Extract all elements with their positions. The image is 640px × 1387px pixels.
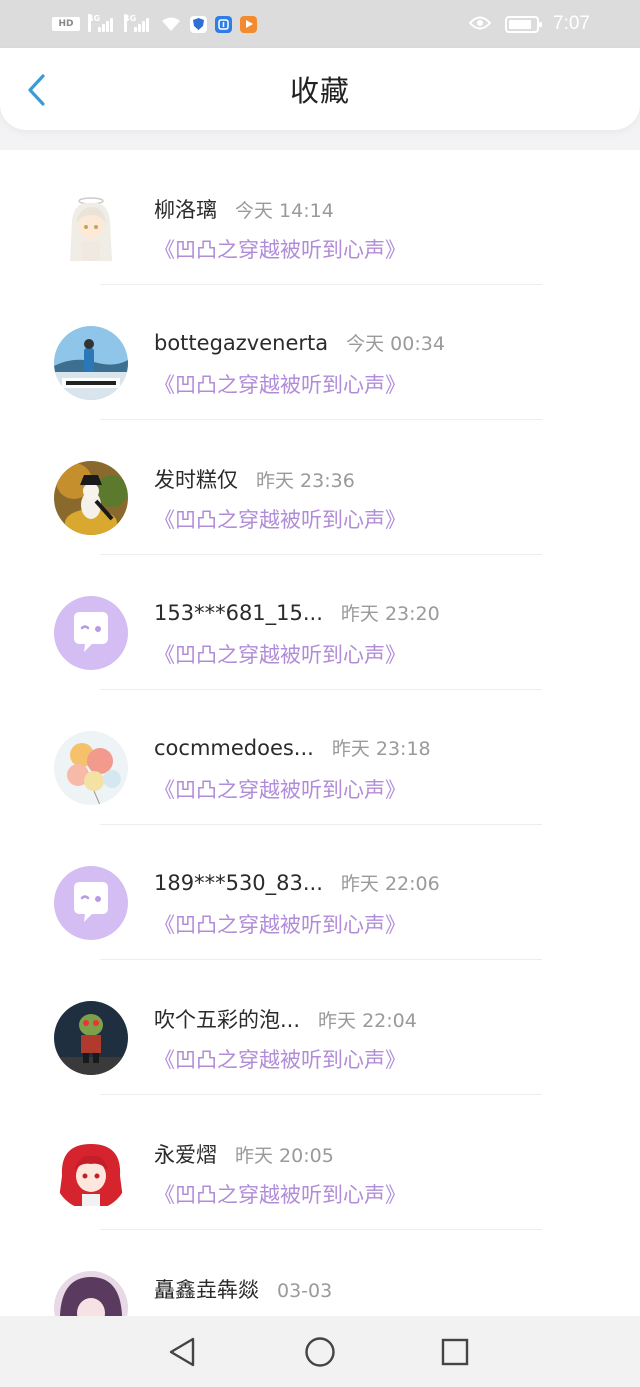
chevron-left-icon <box>28 74 45 106</box>
avatar[interactable] <box>54 866 128 940</box>
header: 收藏 <box>0 48 640 130</box>
user-name: 永爱熠 <box>154 1143 217 1167</box>
list-item[interactable]: cocmmedoes... 昨天 23:18 《凹凸之穿越被听到心声》 <box>0 690 640 825</box>
page-title: 收藏 <box>289 74 350 108</box>
circle-home-icon <box>305 1337 335 1367</box>
list-item[interactable]: 矗鑫垚犇燚 03-03 <box>0 1230 640 1316</box>
clock: 7:07 <box>553 13 590 34</box>
user-name: 吹个五彩的泡... <box>154 1008 301 1032</box>
avatar[interactable] <box>54 1271 128 1316</box>
avatar[interactable] <box>54 1001 128 1075</box>
user-name: 153***681_15... <box>154 601 323 625</box>
favorites-list: 柳洛璃 今天 14:14 《凹凸之穿越被听到心声》 bottegazvenert… <box>0 150 640 1316</box>
book-title[interactable]: 《凹凸之穿越被听到心声》 <box>154 234 406 264</box>
avatar[interactable] <box>54 461 128 535</box>
chat-bubble-face-icon <box>74 882 108 922</box>
hd-icon: HD <box>52 17 80 31</box>
list-item[interactable]: 吹个五彩的泡... 昨天 22:04 《凹凸之穿越被听到心声》 <box>0 960 640 1095</box>
signal-icon: 4G <box>124 14 152 32</box>
shield-app-icon <box>190 15 207 33</box>
user-name: 矗鑫垚犇燚 <box>154 1278 259 1302</box>
user-name: 柳洛璃 <box>154 198 217 222</box>
timestamp: 昨天 23:18 <box>331 738 431 760</box>
anime-white-hair-avatar-icon <box>70 197 112 261</box>
timestamp: 昨天 22:04 <box>318 1010 417 1032</box>
list-item[interactable]: 发时糕仅 昨天 23:36 《凹凸之穿越被听到心声》 <box>0 420 640 555</box>
anime-dark-avatar-icon <box>54 1271 128 1316</box>
avatar[interactable] <box>54 731 128 805</box>
avatar[interactable] <box>54 596 128 670</box>
nav-home-button[interactable] <box>302 1334 338 1370</box>
video-app-icon <box>240 15 257 33</box>
user-name: 189***530_83... <box>154 871 323 895</box>
cat-hat-avatar-icon <box>54 461 128 535</box>
back-button[interactable] <box>16 70 56 110</box>
book-title[interactable]: 《凹凸之穿越被听到心声》 <box>154 774 406 804</box>
user-name: cocmmedoes... <box>154 736 314 760</box>
battery-icon <box>505 15 543 33</box>
timestamp: 昨天 23:20 <box>340 603 440 625</box>
list-item[interactable]: 153***681_15... 昨天 23:20 《凹凸之穿越被听到心声》 <box>0 555 640 690</box>
user-name: 发时糕仅 <box>154 468 238 492</box>
user-name: bottegazvenerta <box>154 331 329 355</box>
timestamp: 今天 00:34 <box>346 333 445 355</box>
book-title[interactable]: 《凹凸之穿越被听到心声》 <box>154 1044 406 1074</box>
avatar[interactable] <box>54 326 128 400</box>
avatar[interactable] <box>54 1136 128 1210</box>
wifi-icon <box>160 16 182 32</box>
signal-icon: 4G <box>88 14 116 32</box>
book-title[interactable]: 《凹凸之穿越被听到心声》 <box>154 909 406 939</box>
square-recents-icon <box>441 1338 469 1366</box>
nav-recents-button[interactable] <box>437 1334 473 1370</box>
timestamp: 昨天 20:05 <box>235 1145 334 1167</box>
timestamp: 昨天 22:06 <box>340 873 440 895</box>
anime-red-hair-avatar-icon <box>54 1136 128 1210</box>
book-title[interactable]: 《凹凸之穿越被听到心声》 <box>154 369 406 399</box>
zombie-avatar-icon <box>54 1001 128 1075</box>
list-item[interactable]: bottegazvenerta 今天 00:34 《凹凸之穿越被听到心声》 <box>0 285 640 420</box>
status-bar: HD 4G 4G 7:07 <box>0 0 640 48</box>
timestamp: 今天 14:14 <box>235 200 334 222</box>
system-nav-bar <box>0 1316 640 1387</box>
list-item[interactable]: 永爱熠 昨天 20:05 《凹凸之穿越被听到心声》 <box>0 1095 640 1230</box>
person-sky-avatar-icon <box>54 326 128 400</box>
chat-bubble-face-icon <box>74 612 108 652</box>
timestamp: 昨天 23:36 <box>256 470 355 492</box>
triangle-back-icon <box>169 1337 195 1367</box>
nav-back-button[interactable] <box>164 1334 200 1370</box>
balloons-avatar-icon <box>54 731 128 805</box>
app-icon <box>215 15 232 33</box>
book-title[interactable]: 《凹凸之穿越被听到心声》 <box>154 504 406 534</box>
avatar[interactable] <box>54 191 128 265</box>
book-title[interactable]: 《凹凸之穿越被听到心声》 <box>154 1179 406 1209</box>
list-item[interactable]: 189***530_83... 昨天 22:06 《凹凸之穿越被听到心声》 <box>0 825 640 960</box>
timestamp: 03-03 <box>277 1280 333 1302</box>
book-title[interactable]: 《凹凸之穿越被听到心声》 <box>154 639 406 669</box>
eye-icon <box>468 14 492 35</box>
list-item[interactable]: 柳洛璃 今天 14:14 《凹凸之穿越被听到心声》 <box>0 150 640 285</box>
